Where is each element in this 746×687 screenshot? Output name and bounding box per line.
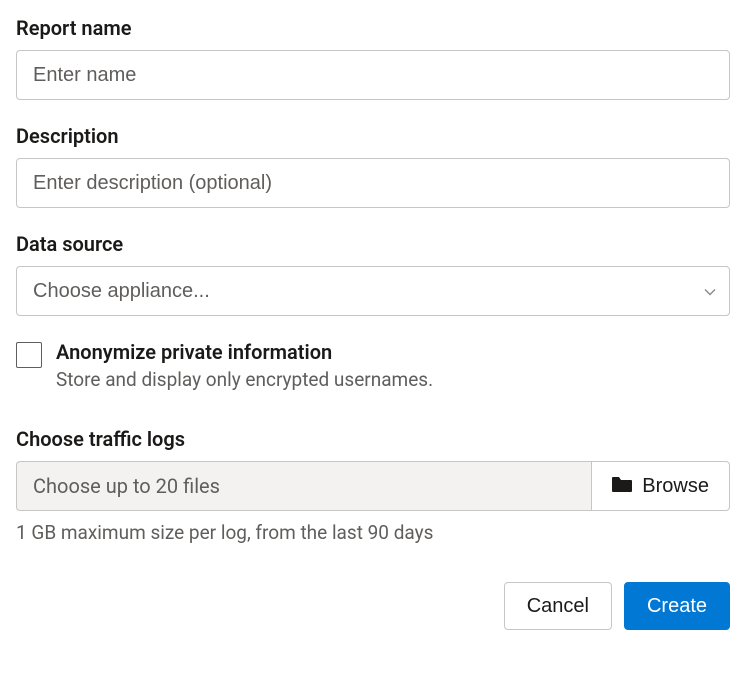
anonymize-description: Store and display only encrypted usernam… [56,368,433,391]
folder-icon [612,475,632,498]
create-button[interactable]: Create [624,582,730,630]
data-source-select[interactable]: Choose appliance... [16,266,730,316]
description-input[interactable] [16,158,730,208]
data-source-label: Data source [16,232,730,256]
description-label: Description [16,124,730,148]
anonymize-checkbox[interactable] [16,342,42,368]
browse-button[interactable]: Browse [591,461,730,511]
traffic-logs-hint: 1 GB maximum size per log, from the last… [16,521,730,544]
cancel-button[interactable]: Cancel [504,582,612,630]
traffic-logs-label: Choose traffic logs [16,427,730,451]
report-name-input[interactable] [16,50,730,100]
anonymize-label: Anonymize private information [56,340,433,364]
report-name-label: Report name [16,16,730,40]
browse-button-label: Browse [642,475,709,498]
traffic-logs-display: Choose up to 20 files [16,461,591,511]
